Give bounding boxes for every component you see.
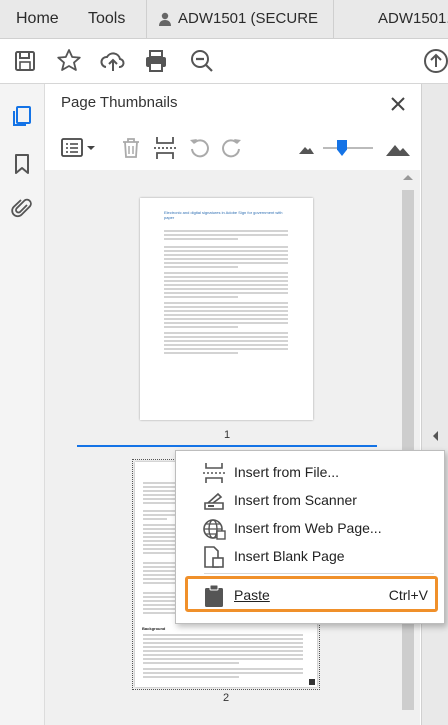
attachment-icon[interactable] — [10, 197, 34, 221]
menu-insert-from-web-page[interactable]: Insert from Web Page... — [176, 515, 444, 543]
text-line — [164, 276, 288, 278]
rotate-clockwise-icon[interactable] — [220, 134, 244, 162]
thumbnail-size-slider[interactable] — [323, 140, 373, 156]
upload-arrow-icon[interactable] — [422, 47, 448, 75]
text-line — [143, 650, 303, 652]
thumbnail-toolbar — [45, 128, 420, 168]
main-toolbar — [0, 39, 448, 84]
page-heading: Electronic and digital signatures in Ado… — [164, 210, 283, 220]
text-line — [143, 668, 303, 670]
page-number-1: 1 — [224, 429, 231, 441]
document-tab-2[interactable]: ADW1501.p — [378, 0, 448, 38]
text-line — [143, 642, 303, 644]
paste-shortcut: Ctrl+V — [388, 587, 428, 603]
scrollbar[interactable] — [400, 170, 416, 718]
page-heading: Background — [142, 626, 166, 631]
text-line — [143, 552, 179, 554]
text-line — [143, 654, 303, 656]
save-icon[interactable] — [11, 47, 39, 75]
text-line — [164, 284, 288, 286]
text-line — [143, 658, 303, 660]
left-navigation-rail — [0, 84, 45, 725]
page-thumbnails-panel: Page Thumbnails Electronic and digital s… — [45, 84, 420, 725]
text-line — [164, 238, 239, 240]
text-line — [164, 296, 239, 298]
bookmark-icon[interactable] — [10, 152, 34, 176]
text-line — [143, 638, 303, 640]
collapse-arrow-icon[interactable] — [431, 429, 441, 443]
text-line — [164, 310, 288, 312]
menu-home[interactable]: Home — [16, 0, 59, 38]
menu-insert-from-file[interactable]: Insert from File... — [176, 459, 444, 487]
print-icon[interactable] — [142, 47, 170, 75]
menu-insert-from-scanner[interactable]: Insert from Scanner — [176, 487, 444, 515]
text-line — [164, 340, 288, 342]
menu-insert-blank-page[interactable]: Insert Blank Page — [176, 543, 444, 571]
rotate-counterclockwise-icon[interactable] — [187, 134, 211, 162]
large-thumbnails-icon[interactable] — [385, 134, 411, 162]
text-line — [164, 302, 288, 304]
text-line — [164, 272, 288, 274]
web-page-icon — [203, 519, 226, 540]
close-icon[interactable] — [387, 93, 409, 115]
text-line — [143, 634, 303, 636]
context-menu: Insert from File... Insert from Scanner … — [175, 450, 445, 624]
options-menu-icon[interactable] — [59, 134, 99, 162]
menu-separator — [204, 573, 434, 574]
text-line — [164, 322, 288, 324]
text-line — [164, 348, 288, 350]
document-tab-secure[interactable]: ADW1501 (SECURE — [178, 0, 318, 38]
page-thumbnail-1[interactable]: Electronic and digital signatures in Ado… — [140, 198, 313, 420]
insertion-indicator — [77, 445, 377, 447]
blank-page-icon — [204, 546, 224, 568]
text-line — [164, 262, 288, 264]
text-line — [143, 676, 239, 678]
text-line — [143, 518, 167, 520]
text-line — [164, 344, 288, 346]
text-line — [164, 258, 288, 260]
text-line — [143, 662, 239, 664]
insert-pages-icon[interactable] — [152, 134, 178, 162]
zoom-out-icon[interactable] — [188, 47, 216, 75]
text-line — [164, 288, 288, 290]
text-line — [164, 246, 288, 248]
lock-icon — [157, 11, 173, 32]
text-line — [164, 326, 239, 328]
text-line — [164, 234, 288, 236]
panel-title: Page Thumbnails — [61, 94, 178, 111]
clipboard-icon — [205, 585, 223, 607]
star-icon[interactable] — [55, 47, 83, 75]
thumbnail-list: Electronic and digital signatures in Ado… — [45, 170, 420, 725]
text-line — [164, 336, 288, 338]
resize-handle — [309, 679, 315, 685]
text-line — [164, 280, 288, 282]
menu-paste[interactable]: Paste Ctrl+V — [176, 582, 444, 610]
page-thumbnails-icon[interactable] — [10, 104, 34, 128]
text-line — [143, 672, 303, 674]
scanner-icon — [204, 492, 224, 510]
delete-page-icon[interactable] — [120, 134, 142, 162]
text-line — [164, 332, 288, 334]
text-line — [164, 292, 288, 294]
text-line — [164, 352, 239, 354]
page-number-2: 2 — [223, 692, 230, 704]
text-line — [164, 230, 288, 232]
text-line — [164, 254, 288, 256]
text-line — [164, 306, 288, 308]
text-line — [164, 314, 288, 316]
insert-file-icon — [203, 463, 225, 483]
document-pane-edge — [421, 84, 448, 725]
text-line — [143, 646, 303, 648]
menu-tools[interactable]: Tools — [88, 0, 125, 38]
menu-bar: Home Tools ADW1501 (SECURE ADW1501.p — [0, 0, 448, 39]
scroll-up-icon[interactable] — [400, 170, 416, 184]
text-line — [164, 266, 239, 268]
text-line — [164, 318, 288, 320]
text-line — [164, 250, 288, 252]
upload-cloud-icon[interactable] — [99, 47, 127, 75]
small-thumbnails-icon[interactable] — [297, 134, 315, 162]
